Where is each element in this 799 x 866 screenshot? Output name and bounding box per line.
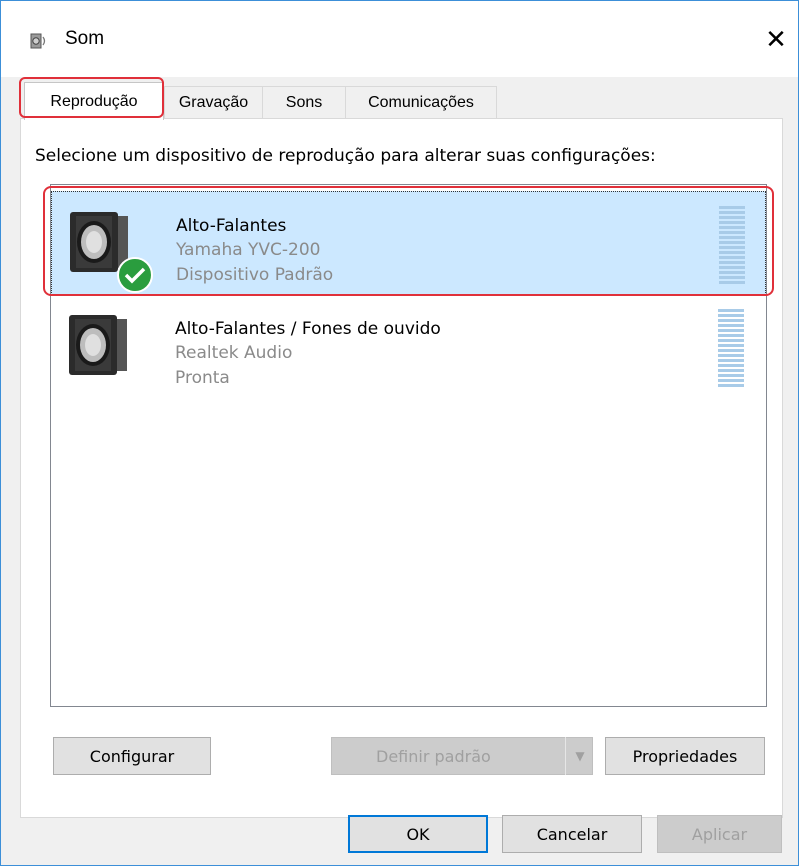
title-bar: Som ✕ bbox=[1, 1, 798, 77]
tab-label: Gravação bbox=[178, 94, 249, 111]
tab-label: Sons bbox=[285, 94, 323, 111]
ok-button[interactable]: OK bbox=[348, 815, 488, 853]
chevron-down-icon[interactable]: ▼ bbox=[565, 737, 594, 775]
apply-button[interactable]: Aplicar bbox=[657, 815, 782, 853]
tab-comunicacoes[interactable]: Comunicações bbox=[345, 86, 497, 119]
cancel-button[interactable]: Cancelar bbox=[502, 815, 642, 853]
tab-gravacao[interactable]: Gravação bbox=[164, 86, 263, 119]
configure-button[interactable]: Configurar bbox=[53, 737, 211, 775]
speaker-icon bbox=[69, 315, 127, 375]
tab-annotation-highlight bbox=[19, 77, 164, 118]
volume-meter bbox=[718, 309, 744, 389]
instruction-text: Selecione um dispositivo de reprodução p… bbox=[35, 146, 656, 166]
speaker-app-icon bbox=[30, 33, 46, 49]
window-title: Som bbox=[65, 28, 105, 49]
set-default-button[interactable]: Definir padrão bbox=[331, 737, 593, 775]
device-name: Alto-Falantes / Fones de ouvido bbox=[175, 319, 441, 339]
device-status: Pronta bbox=[175, 368, 230, 388]
device-model: Realtek Audio bbox=[175, 343, 293, 363]
device-annotation-highlight bbox=[43, 186, 774, 296]
close-button[interactable]: ✕ bbox=[761, 25, 791, 55]
device-item-realtek[interactable]: Alto-Falantes / Fones de ouvido Realtek … bbox=[51, 295, 766, 399]
tab-label: Comunicações bbox=[368, 94, 474, 111]
properties-button[interactable]: Propriedades bbox=[605, 737, 765, 775]
tab-sons[interactable]: Sons bbox=[262, 86, 346, 119]
